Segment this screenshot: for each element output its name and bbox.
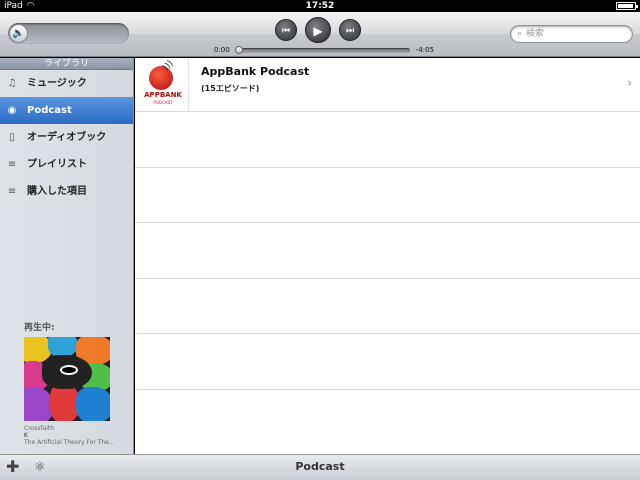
time-remaining: -4:05 — [415, 46, 434, 54]
sidebar-item-purchased[interactable]: ≡ 購入した項目 — [0, 178, 133, 205]
battery-icon — [616, 2, 638, 10]
player-toolbar: 🔈 ⏮ ▶ ⏭ 0:00 -4:05 ⌕ 検索 — [0, 12, 640, 57]
sidebar-item-podcast[interactable]: ◉ Podcast — [0, 97, 133, 124]
play-button[interactable]: ▶ — [305, 17, 331, 43]
progress-scrubber[interactable]: 0:00 -4:05 — [214, 45, 434, 55]
sidebar-item-label: プレイリスト — [27, 159, 87, 170]
logo-wordmark: APPBANK — [144, 91, 182, 99]
sidebar-item-label: Podcast — [27, 105, 72, 116]
eye-graphic — [60, 365, 78, 375]
music-note-icon: ♫ — [7, 78, 17, 89]
transport-controls: ⏮ ▶ ⏭ — [275, 17, 361, 43]
sidebar-header: ライブラリ — [0, 58, 133, 70]
podcast-list: ))) APPBANK PODCAST AppBank Podcast (15エ… — [135, 58, 640, 454]
sidebar-item-label: ミュージック — [27, 78, 87, 89]
audiobook-icon: ▯ — [9, 132, 15, 143]
now-playing-track: K — [24, 432, 28, 439]
podcast-icon: ◉ — [7, 105, 17, 116]
bottom-toolbar: ✚ ⚛ Podcast — [0, 454, 640, 480]
next-button[interactable]: ⏭ — [339, 19, 361, 41]
add-playlist-button[interactable]: ✚ — [6, 456, 19, 478]
time-elapsed: 0:00 — [214, 46, 230, 54]
sidebar-item-label: オーディオブック — [27, 132, 107, 143]
album-art[interactable] — [24, 337, 110, 421]
playlist-icon: ≡ — [7, 159, 17, 170]
episode-count: (15エピソード) — [201, 84, 260, 93]
library-sidebar: ライブラリ ♫ ミュージック ◉ Podcast ▯ オーディオブック ≡ プレ… — [0, 58, 134, 454]
volume-slider[interactable]: 🔈 — [8, 23, 129, 44]
search-input[interactable]: ⌕ 検索 — [510, 25, 633, 43]
sidebar-item-audiobook[interactable]: ▯ オーディオブック — [0, 124, 133, 151]
table-row — [135, 168, 640, 223]
table-row — [135, 223, 640, 279]
search-icon: ⌕ — [517, 29, 523, 39]
list-item[interactable]: ))) APPBANK PODCAST AppBank Podcast (15エ… — [135, 58, 640, 112]
status-time: 17:52 — [305, 1, 335, 11]
now-playing[interactable]: 再生中: Crossfaith K The Artificial Theory … — [24, 320, 128, 446]
status-bar: iPad ◠ 17:52 — [0, 0, 640, 12]
table-row — [135, 279, 640, 334]
podcast-title: AppBank Podcast — [201, 65, 310, 78]
table-row — [135, 112, 640, 168]
now-playing-label: 再生中: — [24, 323, 55, 333]
search-placeholder: 検索 — [526, 29, 545, 39]
now-playing-album: The Artificial Theory For The... — [24, 439, 115, 446]
logo-subtitle: PODCAST — [153, 100, 173, 105]
speaker-icon[interactable]: 🔈 — [9, 24, 28, 43]
genius-icon[interactable]: ⚛ — [34, 457, 46, 479]
sidebar-item-playlist[interactable]: ≡ プレイリスト — [0, 151, 133, 178]
bottom-title: Podcast — [295, 460, 345, 473]
chevron-right-icon: › — [627, 76, 632, 90]
podcast-artwork: ))) APPBANK PODCAST — [135, 58, 189, 111]
playlist-icon: ≡ — [7, 186, 17, 197]
progress-track[interactable] — [235, 46, 410, 54]
progress-thumb[interactable] — [235, 46, 243, 54]
now-playing-artist: Crossfaith — [24, 425, 55, 432]
sidebar-item-music[interactable]: ♫ ミュージック — [0, 70, 133, 97]
sidebar-item-label: 購入した項目 — [27, 186, 87, 197]
previous-button[interactable]: ⏮ — [275, 19, 297, 41]
table-row — [135, 334, 640, 390]
